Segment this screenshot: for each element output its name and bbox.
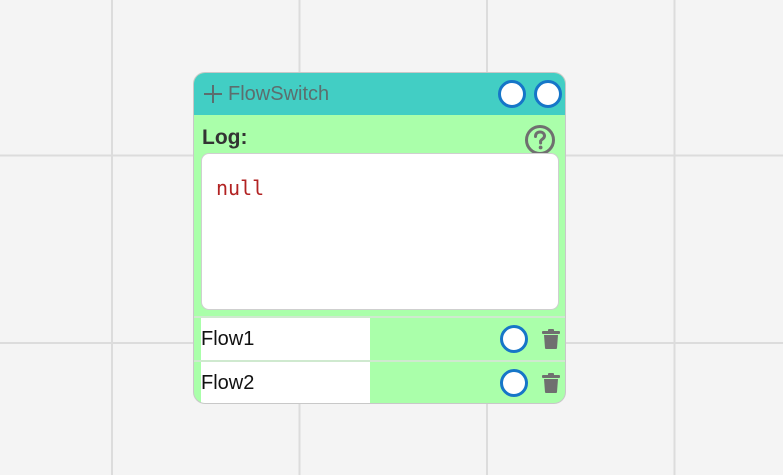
log-label: Log: [202,126,248,149]
flow-row: Flow1 [194,316,565,360]
trash-icon[interactable] [542,373,560,393]
output-port[interactable] [534,80,562,108]
flow-name-input[interactable]: Flow2 [201,362,370,403]
plus-icon[interactable] [204,85,222,103]
flow-row: Flow2 [194,360,565,403]
trash-icon[interactable] [542,329,560,349]
flow-name-input[interactable]: Flow1 [201,318,370,360]
flowswitch-node[interactable]: FlowSwitch Log: null Flow1 Flow2 [193,72,566,404]
node-title: FlowSwitch [228,83,330,105]
log-value: null [216,176,265,200]
question-circle-icon[interactable] [524,124,556,156]
flow-output-port[interactable] [500,325,528,353]
node-header[interactable]: FlowSwitch [194,73,565,115]
input-port[interactable] [498,80,526,108]
log-textarea[interactable]: null [201,153,559,310]
flow-output-port[interactable] [500,369,528,397]
